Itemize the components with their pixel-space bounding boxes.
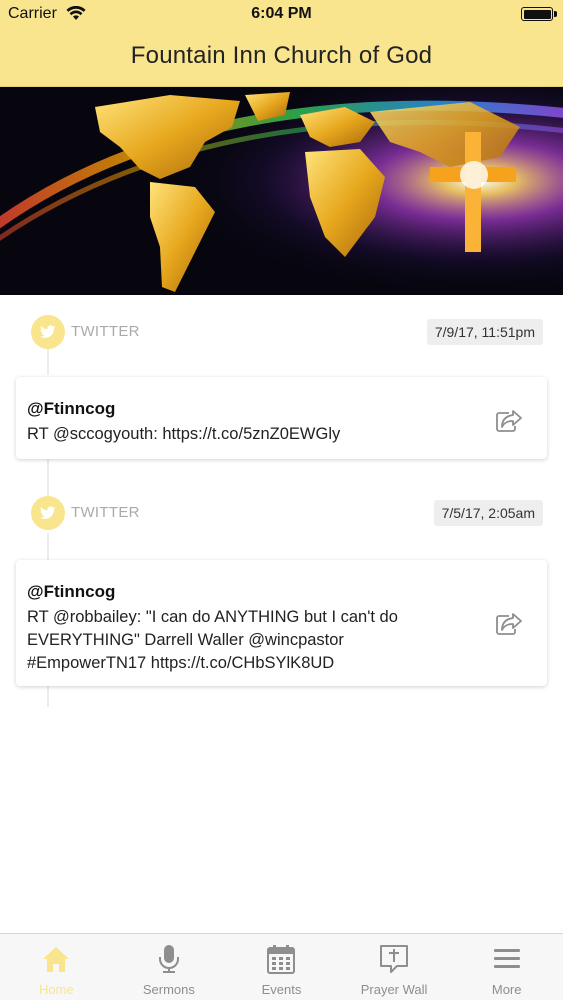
tab-prayer-wall[interactable]: Prayer Wall <box>338 934 451 1000</box>
share-icon[interactable] <box>495 612 523 636</box>
tweet-text: RT @sccogyouth: https://t.co/5znZ0EWGly <box>27 425 341 443</box>
tab-home[interactable]: Home <box>0 934 113 1000</box>
tweet-text: RT @robbailey: "I can do ANYTHING but I … <box>27 608 398 672</box>
tab-label: More <box>491 982 522 997</box>
tweet-author: @Ftinncog <box>27 582 116 601</box>
menu-icon <box>493 949 520 968</box>
feed-timeline: TWITTER 7/9/17, 11:51pm @Ftinncog RT @sc… <box>0 295 563 933</box>
page-title: Fountain Inn Church of God <box>130 42 433 69</box>
microphone-icon <box>158 945 179 973</box>
feed-date: 7/5/17, 2:05am <box>433 500 543 526</box>
share-icon[interactable] <box>495 409 523 433</box>
twitter-bird-icon <box>40 325 56 338</box>
tweet-card[interactable]: @Ftinncog RT @sccogyouth: https://t.co/5… <box>16 377 547 459</box>
status-bar: Carrier 6:04 PM <box>0 0 563 28</box>
twitter-badge <box>31 315 65 349</box>
feed-source-label: TWITTER <box>71 323 140 340</box>
feed-date: 7/9/17, 11:51pm <box>426 319 543 345</box>
feed-item-header: TWITTER 7/5/17, 2:05am <box>0 494 563 534</box>
hero-banner-image <box>0 87 563 295</box>
tab-more[interactable]: More <box>450 934 563 1000</box>
battery-icon <box>521 7 557 21</box>
calendar-icon <box>267 945 296 974</box>
twitter-badge <box>31 496 65 530</box>
tab-label: Sermons <box>142 982 195 997</box>
navigation-bar: Fountain Inn Church of God <box>0 28 563 87</box>
tab-label: Prayer Wall <box>360 982 428 997</box>
tab-label: Home <box>38 982 74 997</box>
world-map-cross-illustration <box>0 87 563 295</box>
prayer-cross-icon <box>380 945 409 973</box>
status-time: 6:04 PM <box>251 5 312 22</box>
timeline-connector <box>47 459 49 499</box>
tab-sermons[interactable]: Sermons <box>113 934 226 1000</box>
timeline-connector <box>47 533 49 563</box>
feed-source-label: TWITTER <box>71 504 140 521</box>
tweet-card[interactable]: @Ftinncog RT @robbailey: "I can do ANYTH… <box>16 560 547 686</box>
tab-events[interactable]: Events <box>225 934 338 1000</box>
home-icon <box>43 947 70 972</box>
tab-bar: Home Sermons Events Prayer Wall More <box>0 933 563 1000</box>
twitter-bird-icon <box>40 506 56 519</box>
tab-label: Events <box>261 982 302 997</box>
feed-item-header: TWITTER 7/9/17, 11:51pm <box>0 313 563 353</box>
timeline-connector <box>47 685 49 707</box>
tweet-author: @Ftinncog <box>27 399 116 418</box>
